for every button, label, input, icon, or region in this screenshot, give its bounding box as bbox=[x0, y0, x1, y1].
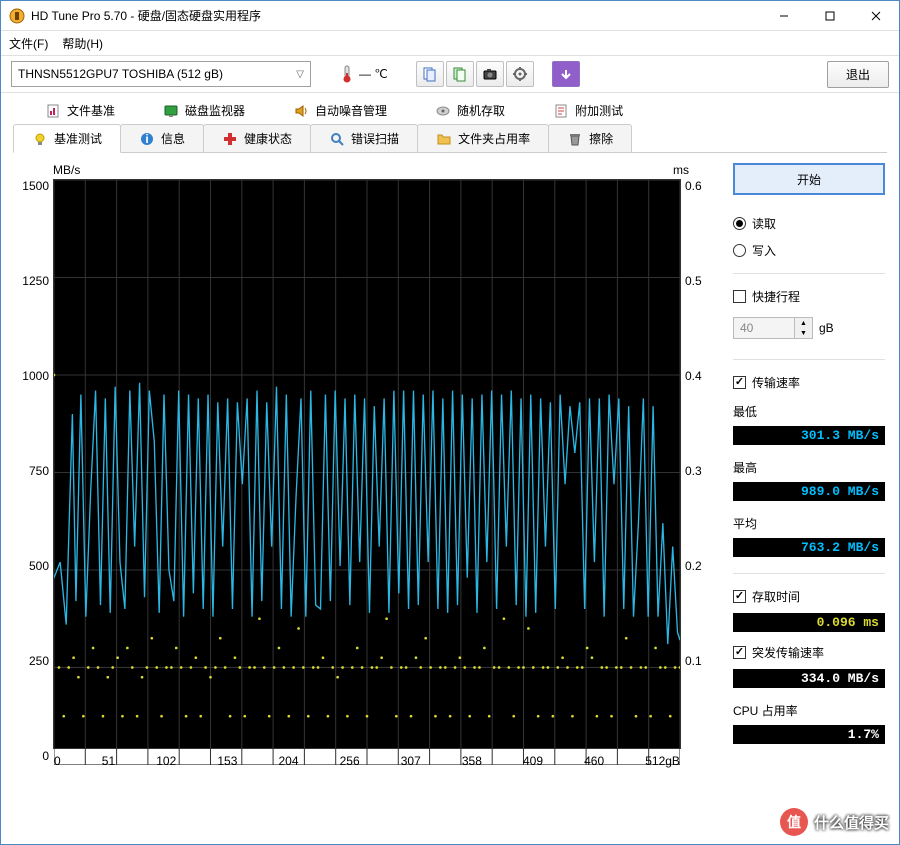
short-stroke-unit: gB bbox=[819, 321, 834, 335]
tab-random-access[interactable]: 随机存取 bbox=[411, 98, 529, 123]
svg-text:i: i bbox=[145, 132, 148, 146]
side-panel: 开始 读取 写入 快捷行程 ▲▼ gB 传输速率 最低 301.3 MB/s 最… bbox=[719, 163, 885, 788]
separator bbox=[733, 359, 885, 360]
tab-file-benchmark[interactable]: 文件基准 bbox=[21, 98, 139, 123]
start-button[interactable]: 开始 bbox=[733, 163, 885, 195]
drive-select-value: THNSN5512GPU7 TOSHIBA (512 gB) bbox=[18, 67, 223, 81]
feature-tabs: 文件基准 磁盘监视器 自动噪音管理 随机存取 附加测试 bbox=[1, 93, 899, 123]
speaker-icon bbox=[293, 103, 309, 119]
tab-health[interactable]: 健康状态 bbox=[203, 124, 311, 153]
radio-icon bbox=[733, 217, 746, 230]
watermark-text: 什么值得买 bbox=[814, 812, 889, 833]
short-stroke-input[interactable] bbox=[734, 318, 794, 338]
main-tabs: 基准测试 i信息 健康状态 错误扫描 文件夹占用率 擦除 bbox=[13, 123, 887, 153]
tab-disk-monitor[interactable]: 磁盘监视器 bbox=[139, 98, 269, 123]
save-button[interactable] bbox=[552, 61, 580, 87]
main-content: MB/s ms 1500125010007505002500 051102153… bbox=[1, 153, 899, 788]
checkbox-icon bbox=[733, 290, 746, 303]
min-value: 301.3 MB/s bbox=[733, 426, 885, 445]
y-right-label: ms bbox=[673, 163, 719, 177]
titlebar: HD Tune Pro 5.70 - 硬盘/固态硬盘实用程序 bbox=[1, 1, 899, 31]
bulb-icon bbox=[32, 131, 48, 147]
tab-folder-usage[interactable]: 文件夹占用率 bbox=[417, 124, 549, 153]
app-icon bbox=[9, 8, 25, 24]
settings-button[interactable] bbox=[506, 61, 534, 87]
tab-error-scan[interactable]: 错误扫描 bbox=[310, 124, 418, 153]
temperature-display: — ℃ bbox=[339, 65, 388, 83]
menu-help[interactable]: 帮助(H) bbox=[62, 35, 103, 52]
write-radio[interactable]: 写入 bbox=[733, 240, 885, 261]
checkbox-icon bbox=[733, 376, 746, 389]
toolbar: THNSN5512GPU7 TOSHIBA (512 gB) ▽ — ℃ 退出 bbox=[1, 55, 899, 93]
toolbar-buttons bbox=[416, 61, 534, 87]
cpu-value: 1.7% bbox=[733, 725, 885, 744]
file-bench-icon bbox=[45, 103, 61, 119]
y-right-axis: 0.60.50.40.30.20.1 bbox=[681, 179, 719, 769]
spinner-down[interactable]: ▼ bbox=[795, 328, 812, 338]
copy-info-button[interactable] bbox=[416, 61, 444, 87]
scan-icon bbox=[329, 131, 345, 147]
short-stroke-checkbox[interactable]: 快捷行程 bbox=[733, 286, 885, 307]
window-title: HD Tune Pro 5.70 - 硬盘/固态硬盘实用程序 bbox=[31, 7, 761, 24]
tab-erase[interactable]: 擦除 bbox=[548, 124, 632, 153]
separator bbox=[733, 273, 885, 274]
burst-value: 334.0 MB/s bbox=[733, 669, 885, 688]
max-label: 最高 bbox=[733, 459, 885, 476]
y-left-label: MB/s bbox=[53, 163, 673, 177]
checkbox-icon bbox=[733, 646, 746, 659]
access-time-checkbox[interactable]: 存取时间 bbox=[733, 586, 885, 607]
watermark: 值 什么值得买 bbox=[780, 808, 889, 836]
copy-screenshot-button[interactable] bbox=[446, 61, 474, 87]
tab-info[interactable]: i信息 bbox=[120, 124, 204, 153]
benchmark-chart: 051102153204256307358409460512gB bbox=[53, 179, 681, 749]
short-stroke-spinner[interactable]: ▲▼ bbox=[733, 317, 813, 339]
chart-column: MB/s ms 1500125010007505002500 051102153… bbox=[15, 163, 719, 788]
radio-icon bbox=[733, 244, 746, 257]
close-button[interactable] bbox=[853, 1, 899, 31]
watermark-icon: 值 bbox=[780, 808, 808, 836]
monitor-icon bbox=[163, 103, 179, 119]
extra-icon bbox=[553, 103, 569, 119]
avg-value: 763.2 MB/s bbox=[733, 538, 885, 557]
separator bbox=[733, 573, 885, 574]
tab-aam[interactable]: 自动噪音管理 bbox=[269, 98, 411, 123]
transfer-rate-checkbox[interactable]: 传输速率 bbox=[733, 372, 885, 393]
exit-button[interactable]: 退出 bbox=[827, 61, 889, 88]
menubar: 文件(F) 帮助(H) bbox=[1, 31, 899, 55]
menu-file[interactable]: 文件(F) bbox=[9, 35, 48, 52]
access-time-value: 0.096 ms bbox=[733, 613, 885, 632]
temperature-value: — ℃ bbox=[359, 67, 388, 81]
checkbox-icon bbox=[733, 590, 746, 603]
screenshot-button[interactable] bbox=[476, 61, 504, 87]
cpu-label: CPU 占用率 bbox=[733, 702, 885, 719]
trash-icon bbox=[567, 131, 583, 147]
max-value: 989.0 MB/s bbox=[733, 482, 885, 501]
chevron-down-icon: ▽ bbox=[296, 69, 304, 80]
read-radio[interactable]: 读取 bbox=[733, 213, 885, 234]
thermometer-icon bbox=[339, 65, 355, 83]
tab-benchmark[interactable]: 基准测试 bbox=[13, 124, 121, 153]
drive-select[interactable]: THNSN5512GPU7 TOSHIBA (512 gB) ▽ bbox=[11, 61, 311, 87]
health-icon bbox=[222, 131, 238, 147]
y-left-axis: 1500125010007505002500 bbox=[15, 179, 53, 769]
min-label: 最低 bbox=[733, 403, 885, 420]
avg-label: 平均 bbox=[733, 515, 885, 532]
maximize-button[interactable] bbox=[807, 1, 853, 31]
folder-icon bbox=[436, 131, 452, 147]
minimize-button[interactable] bbox=[761, 1, 807, 31]
burst-checkbox[interactable]: 突发传输速率 bbox=[733, 642, 885, 663]
spinner-up[interactable]: ▲ bbox=[795, 318, 812, 328]
window-buttons bbox=[761, 1, 899, 31]
random-icon bbox=[435, 103, 451, 119]
info-icon: i bbox=[139, 131, 155, 147]
x-axis: 051102153204256307358409460512gB bbox=[54, 754, 680, 768]
tab-extra-tests[interactable]: 附加测试 bbox=[529, 98, 647, 123]
